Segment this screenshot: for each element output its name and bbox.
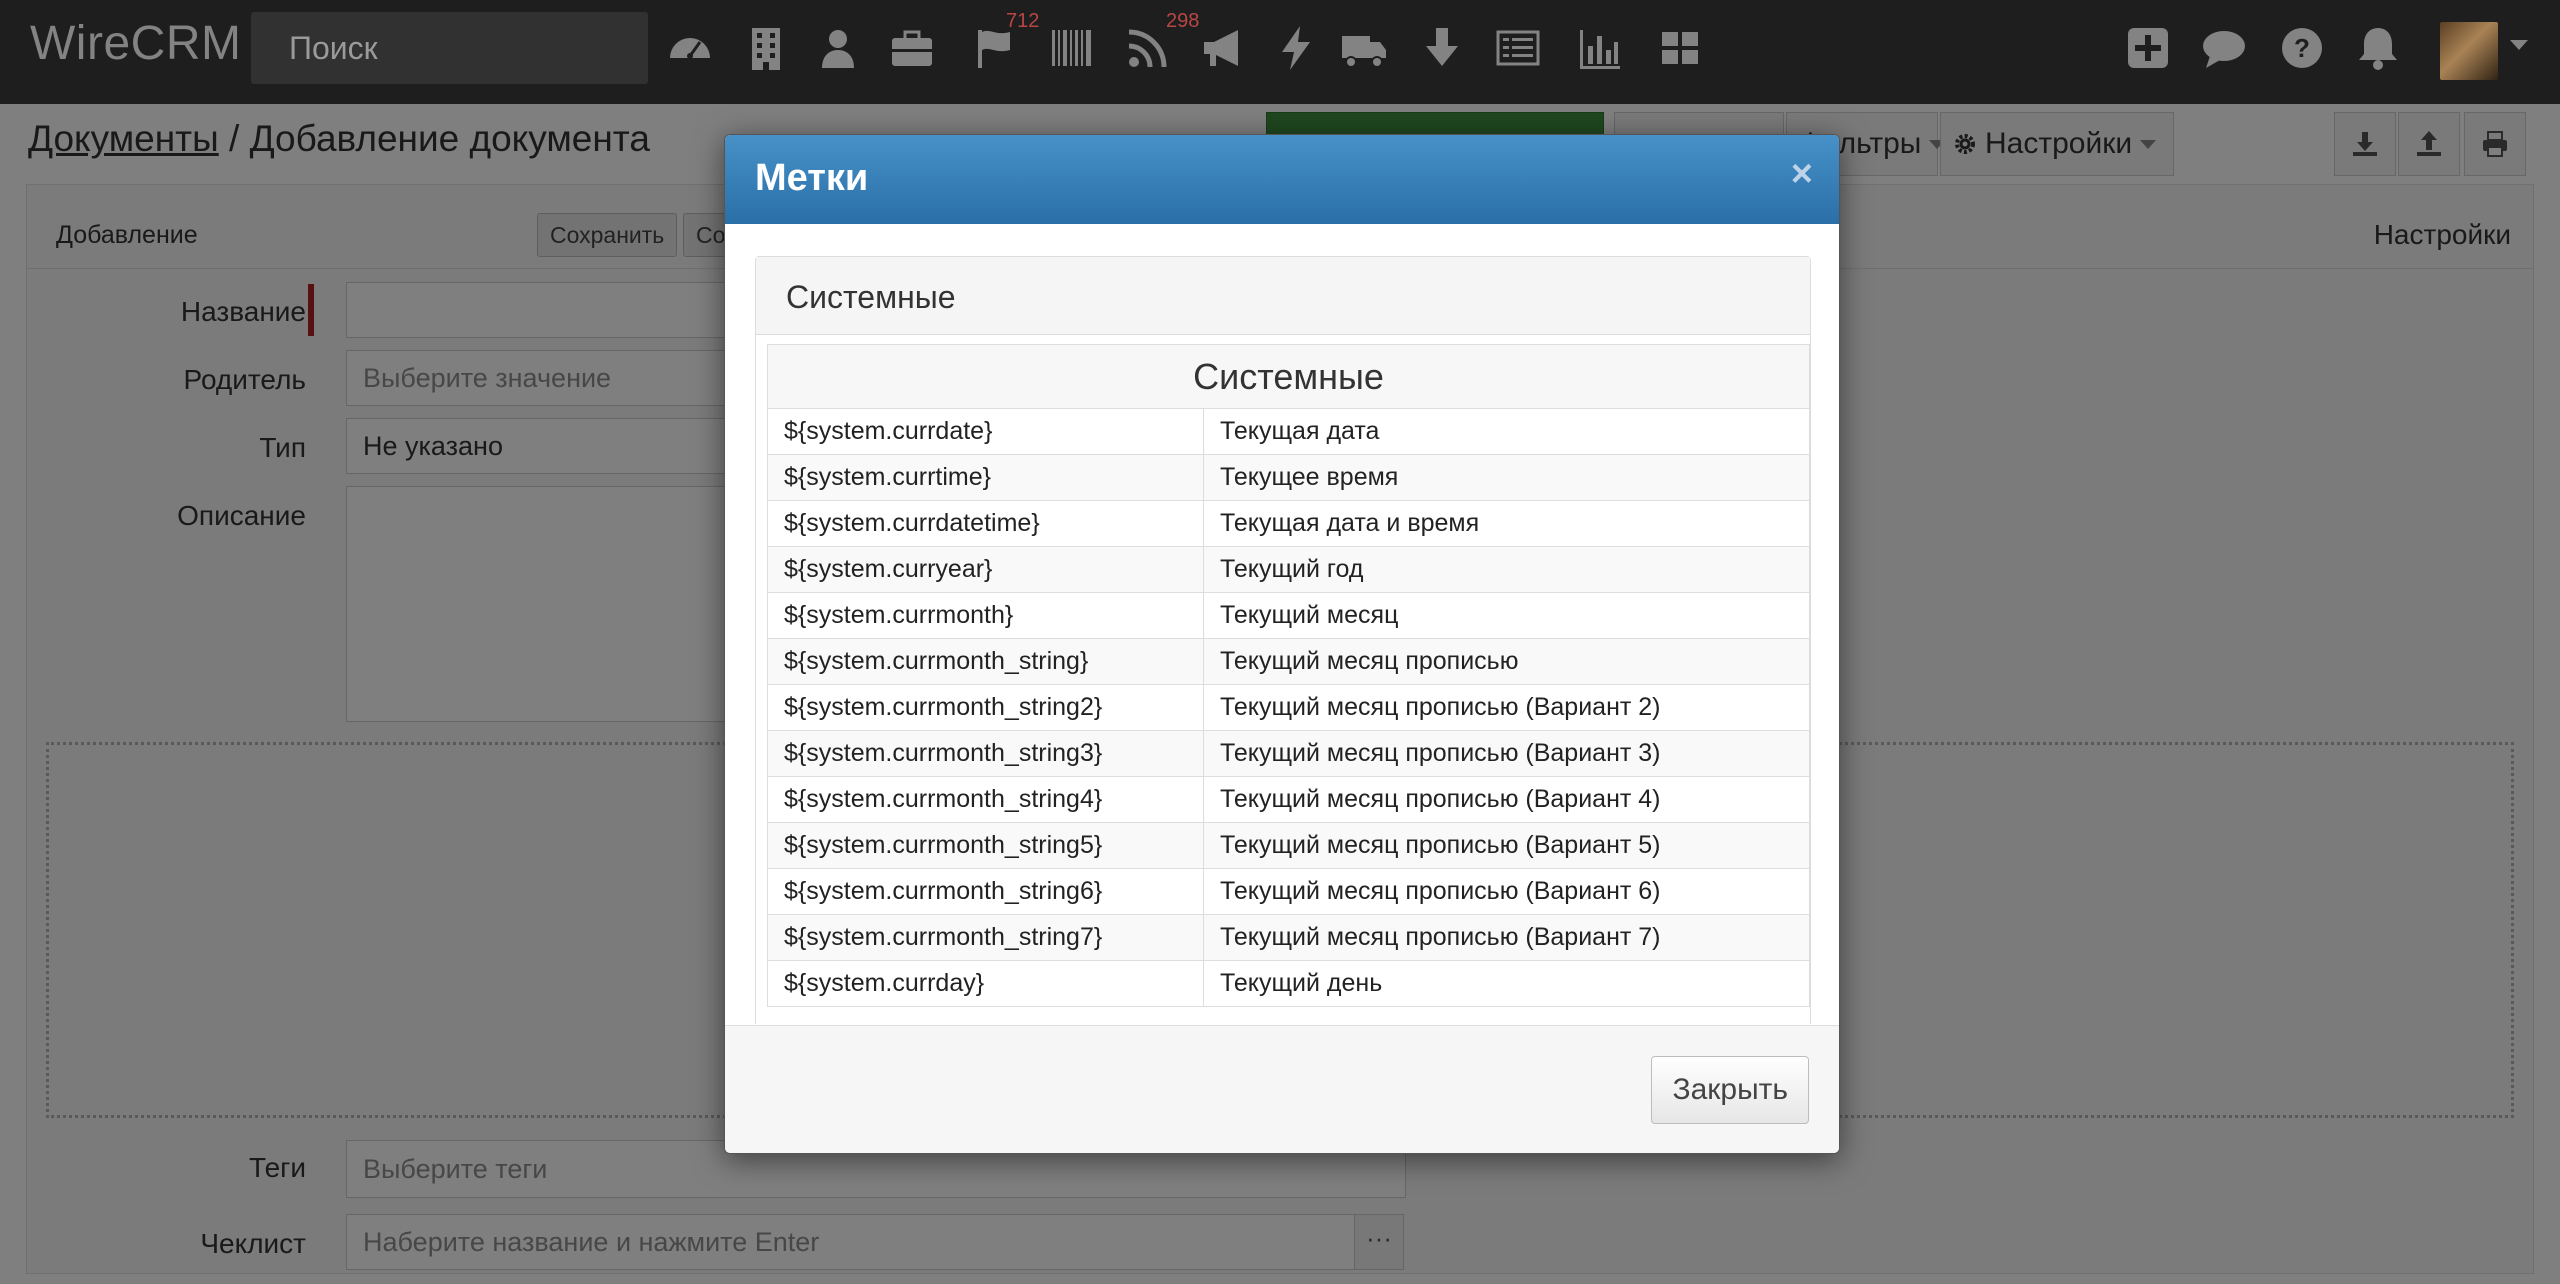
- tag-key-cell[interactable]: ${system.currmonth_string3}: [767, 730, 1204, 777]
- tags-modal: Метки × Системные Системные ${system.cur…: [724, 134, 1840, 1154]
- tag-key-cell[interactable]: ${system.currdate}: [767, 408, 1204, 455]
- table-row[interactable]: ${system.curryear} Текущий год: [767, 546, 1810, 593]
- modal-body[interactable]: Системные Системные ${system.currdate} Те…: [725, 224, 1839, 1024]
- table-row[interactable]: ${system.currmonth} Текущий месяц: [767, 592, 1810, 639]
- tag-description-cell: Текущий месяц прописью (Вариант 6): [1203, 868, 1810, 915]
- table-row[interactable]: ${system.currmonth_string5} Текущий месяц…: [767, 822, 1810, 869]
- table-row[interactable]: ${system.currmonth_string2} Текущий месяц…: [767, 684, 1810, 731]
- table-header: Системные: [767, 344, 1810, 409]
- tag-key-cell[interactable]: ${system.currmonth_string2}: [767, 684, 1204, 731]
- close-icon[interactable]: ×: [1791, 153, 1813, 196]
- tag-key-cell[interactable]: ${system.currmonth_string7}: [767, 914, 1204, 961]
- tag-key-cell[interactable]: ${system.currmonth_string6}: [767, 868, 1204, 915]
- tag-description-cell: Текущая дата: [1203, 408, 1810, 455]
- tag-description-cell: Текущий месяц: [1203, 592, 1810, 639]
- table-row[interactable]: ${system.currdatetime} Текущая дата и вре…: [767, 500, 1810, 547]
- tag-key-cell[interactable]: ${system.currdatetime}: [767, 500, 1204, 547]
- tag-key-cell[interactable]: ${system.currmonth_string4}: [767, 776, 1204, 823]
- tag-description-cell: Текущий день: [1203, 960, 1810, 1007]
- table-row[interactable]: ${system.currday} Текущий день: [767, 960, 1810, 1007]
- tag-description-cell: Текущий год: [1203, 546, 1810, 593]
- tag-description-cell: Текущий месяц прописью (Вариант 5): [1203, 822, 1810, 869]
- table-row[interactable]: ${system.currmonth_string6} Текущий месяц…: [767, 868, 1810, 915]
- table-row[interactable]: ${system.currmonth_string3} Текущий месяц…: [767, 730, 1810, 777]
- table-header-row: Системные: [767, 344, 1810, 409]
- tags-table-body: ${system.currdate} Текущая дата ${system.c…: [767, 408, 1810, 1007]
- tag-key-cell[interactable]: ${system.currday}: [767, 960, 1204, 1007]
- tag-description-cell: Текущее время: [1203, 454, 1810, 501]
- table-row[interactable]: ${system.currmonth_string4} Текущий месяц…: [767, 776, 1810, 823]
- tags-table: Системные ${system.currdate} Текущая дата…: [767, 344, 1810, 1007]
- modal-title: Метки: [755, 157, 869, 199]
- modal-footer: Закрыть: [725, 1025, 1839, 1153]
- modal-header: Метки ×: [725, 135, 1839, 224]
- table-row[interactable]: ${system.currdate} Текущая дата: [767, 408, 1810, 455]
- system-tags-panel-header: Системные: [756, 257, 1810, 335]
- tag-key-cell[interactable]: ${system.currmonth}: [767, 592, 1204, 639]
- tag-key-cell[interactable]: ${system.curryear}: [767, 546, 1204, 593]
- tag-key-cell[interactable]: ${system.currtime}: [767, 454, 1204, 501]
- table-row[interactable]: ${system.currtime} Текущее время: [767, 454, 1810, 501]
- tag-description-cell: Текущий месяц прописью: [1203, 638, 1810, 685]
- tag-description-cell: Текущий месяц прописью (Вариант 7): [1203, 914, 1810, 961]
- table-row[interactable]: ${system.currmonth_string7} Текущий месяц…: [767, 914, 1810, 961]
- tag-key-cell[interactable]: ${system.currmonth_string5}: [767, 822, 1204, 869]
- tag-description-cell: Текущая дата и время: [1203, 500, 1810, 547]
- table-row[interactable]: ${system.currmonth_string} Текущий месяц …: [767, 638, 1810, 685]
- tag-description-cell: Текущий месяц прописью (Вариант 4): [1203, 776, 1810, 823]
- close-button[interactable]: Закрыть: [1651, 1056, 1809, 1124]
- system-tags-panel-title: Системные: [786, 279, 956, 315]
- system-tags-panel: Системные Системные ${system.currdate} Те…: [755, 256, 1811, 1024]
- modal-backdrop-top: [0, 0, 2560, 104]
- tag-key-cell[interactable]: ${system.currmonth_string}: [767, 638, 1204, 685]
- tag-description-cell: Текущий месяц прописью (Вариант 2): [1203, 684, 1810, 731]
- tag-description-cell: Текущий месяц прописью (Вариант 3): [1203, 730, 1810, 777]
